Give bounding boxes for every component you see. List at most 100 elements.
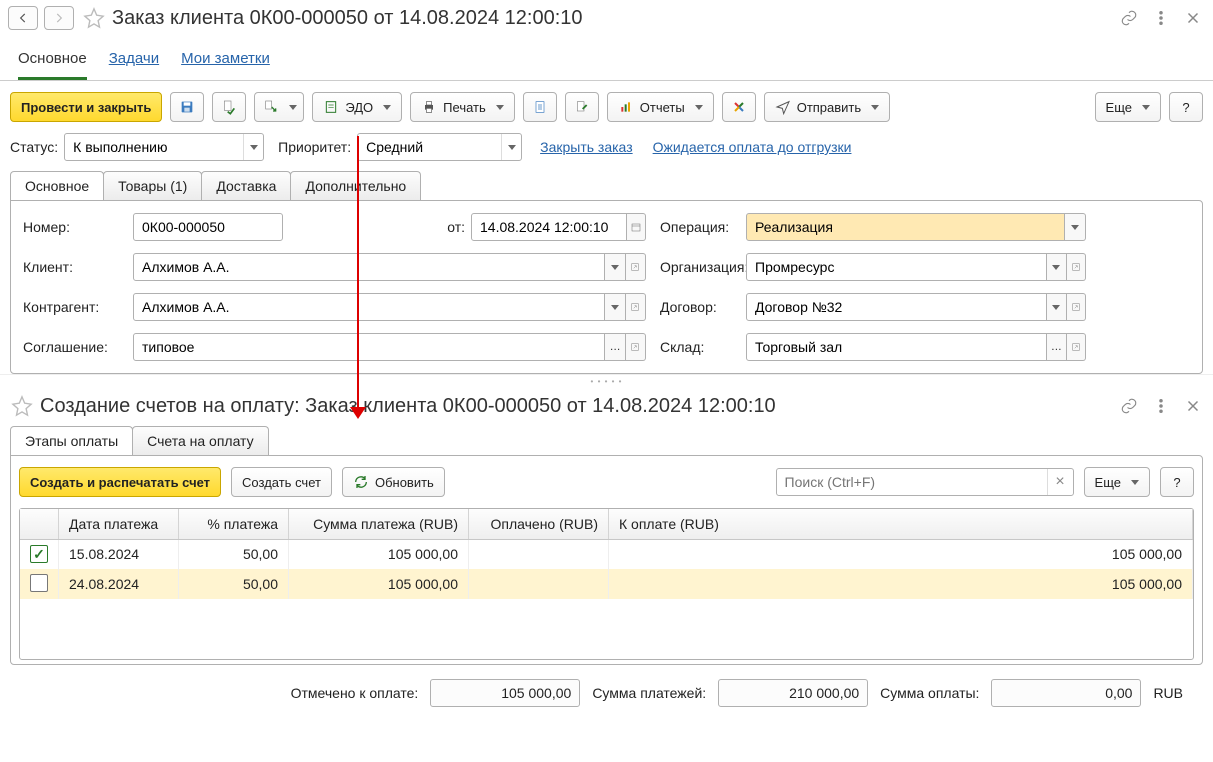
contract-open-button[interactable] bbox=[1067, 293, 1086, 321]
post-button[interactable] bbox=[212, 92, 246, 122]
close-button-2[interactable] bbox=[1181, 394, 1205, 418]
save-button[interactable] bbox=[170, 92, 204, 122]
more-button[interactable]: Еще bbox=[1095, 92, 1161, 122]
subtab-stages[interactable]: Этапы оплаты bbox=[10, 426, 133, 455]
row-checkbox[interactable] bbox=[30, 545, 48, 563]
priority-value[interactable] bbox=[357, 133, 522, 161]
warehouse-label: Склад: bbox=[646, 339, 746, 355]
payment-note-link[interactable]: Ожидается оплата до отгрузки bbox=[653, 139, 852, 155]
link-button-2[interactable] bbox=[1117, 394, 1141, 418]
send-button[interactable]: Отправить bbox=[764, 92, 890, 122]
status-value[interactable] bbox=[64, 133, 264, 161]
close-order-link[interactable]: Закрыть заказ bbox=[540, 139, 633, 155]
cell-paid bbox=[469, 539, 609, 569]
cell-sum: 105 000,00 bbox=[289, 569, 469, 599]
date-input[interactable] bbox=[471, 213, 627, 241]
operation-dropdown-button[interactable] bbox=[1065, 213, 1086, 241]
more-button-2[interactable]: Еще bbox=[1084, 467, 1150, 497]
agreement-open-button[interactable] bbox=[626, 333, 646, 361]
print-button[interactable]: Печать bbox=[410, 92, 515, 122]
activity-button[interactable] bbox=[722, 92, 756, 122]
contract-input[interactable] bbox=[746, 293, 1047, 321]
help-button-2[interactable]: ? bbox=[1160, 467, 1194, 497]
create-and-print-button[interactable]: Создать и распечатать счет bbox=[19, 467, 221, 497]
contract-dropdown-button[interactable] bbox=[1047, 293, 1066, 321]
status-label: Статус: bbox=[10, 139, 58, 155]
tab-main[interactable]: Основное bbox=[18, 44, 87, 80]
number-input[interactable] bbox=[133, 213, 283, 241]
subtab-extra[interactable]: Дополнительно bbox=[290, 171, 421, 200]
submit-and-close-button[interactable]: Провести и закрыть bbox=[10, 92, 162, 122]
create-invoice-button[interactable]: Создать счет bbox=[231, 467, 332, 497]
counterparty-label: Контрагент: bbox=[23, 299, 133, 315]
agreement-input[interactable] bbox=[133, 333, 605, 361]
search-box[interactable]: × bbox=[776, 468, 1074, 496]
status-dropdown-button[interactable] bbox=[243, 134, 263, 160]
tab-tasks[interactable]: Задачи bbox=[109, 44, 159, 80]
caret-icon bbox=[289, 105, 297, 110]
search-clear-button[interactable]: × bbox=[1047, 469, 1073, 495]
warehouse-open-button[interactable] bbox=[1067, 333, 1086, 361]
subtab-main[interactable]: Основное bbox=[10, 171, 104, 200]
warehouse-pick-button[interactable]: … bbox=[1047, 333, 1066, 361]
agreement-pick-button[interactable]: … bbox=[605, 333, 625, 361]
col-paid[interactable]: Оплачено (RUB) bbox=[469, 509, 609, 539]
org-dropdown-button[interactable] bbox=[1047, 253, 1066, 281]
refresh-button[interactable]: Обновить bbox=[342, 467, 445, 497]
operation-label: Операция: bbox=[646, 219, 746, 235]
edo-icon bbox=[323, 99, 339, 115]
status-select[interactable] bbox=[64, 133, 264, 161]
subtab-goods[interactable]: Товары (1) bbox=[103, 171, 202, 200]
edo-button[interactable]: ЭДО bbox=[312, 92, 402, 122]
kebab-menu-button-2[interactable] bbox=[1149, 394, 1173, 418]
counterparty-open-button[interactable] bbox=[626, 293, 646, 321]
col-topay[interactable]: К оплате (RUB) bbox=[609, 509, 1193, 539]
org-input[interactable] bbox=[746, 253, 1047, 281]
client-dropdown-button[interactable] bbox=[605, 253, 625, 281]
priority-dropdown-button[interactable] bbox=[501, 134, 521, 160]
col-date[interactable]: Дата платежа bbox=[59, 509, 179, 539]
cell-sum: 105 000,00 bbox=[289, 539, 469, 569]
row-checkbox[interactable] bbox=[30, 574, 48, 592]
link-button[interactable] bbox=[1117, 6, 1141, 30]
edit-doc-button[interactable] bbox=[565, 92, 599, 122]
subtab-delivery[interactable]: Доставка bbox=[201, 171, 291, 200]
col-sum[interactable]: Сумма платежа (RUB) bbox=[289, 509, 469, 539]
subtab-invoices[interactable]: Счета на оплату bbox=[132, 426, 269, 455]
org-open-button[interactable] bbox=[1067, 253, 1086, 281]
nav-back-button[interactable] bbox=[8, 6, 38, 30]
counterparty-dropdown-button[interactable] bbox=[605, 293, 625, 321]
table-row[interactable]: 24.08.202450,00105 000,00105 000,00 bbox=[20, 569, 1193, 599]
from-label: от: bbox=[423, 219, 471, 235]
caret-icon bbox=[611, 265, 619, 270]
counterparty-input[interactable] bbox=[133, 293, 605, 321]
create-print-label: Создать и распечатать счет bbox=[30, 475, 210, 490]
report-doc-button[interactable] bbox=[523, 92, 557, 122]
favorite-button[interactable] bbox=[80, 4, 108, 32]
help-icon: ? bbox=[1173, 475, 1180, 490]
kebab-icon bbox=[1152, 9, 1170, 27]
open-icon bbox=[1071, 342, 1081, 352]
send-icon bbox=[775, 99, 791, 115]
favorite-button-2[interactable] bbox=[8, 392, 36, 420]
close-button[interactable] bbox=[1181, 6, 1205, 30]
operation-select[interactable] bbox=[746, 213, 1065, 241]
reports-button[interactable]: Отчеты bbox=[607, 92, 714, 122]
close-icon bbox=[1184, 397, 1202, 415]
more-label: Еще bbox=[1106, 100, 1132, 115]
kebab-menu-button[interactable] bbox=[1149, 6, 1173, 30]
table-row[interactable]: 15.08.202450,00105 000,00105 000,00 bbox=[20, 539, 1193, 569]
help-button[interactable]: ? bbox=[1169, 92, 1203, 122]
search-input[interactable] bbox=[777, 469, 1047, 495]
col-pct[interactable]: % платежа bbox=[179, 509, 289, 539]
create-based-on-button[interactable] bbox=[254, 92, 304, 122]
tab-notes[interactable]: Мои заметки bbox=[181, 44, 270, 80]
priority-select[interactable] bbox=[357, 133, 522, 161]
client-open-button[interactable] bbox=[626, 253, 646, 281]
warehouse-input[interactable] bbox=[746, 333, 1047, 361]
client-input[interactable] bbox=[133, 253, 605, 281]
nav-forward-button[interactable] bbox=[44, 6, 74, 30]
splitter-grip[interactable]: • • • • • bbox=[0, 374, 1213, 388]
calendar-button[interactable] bbox=[627, 213, 646, 241]
sum-label: Сумма платежей: bbox=[592, 685, 706, 701]
